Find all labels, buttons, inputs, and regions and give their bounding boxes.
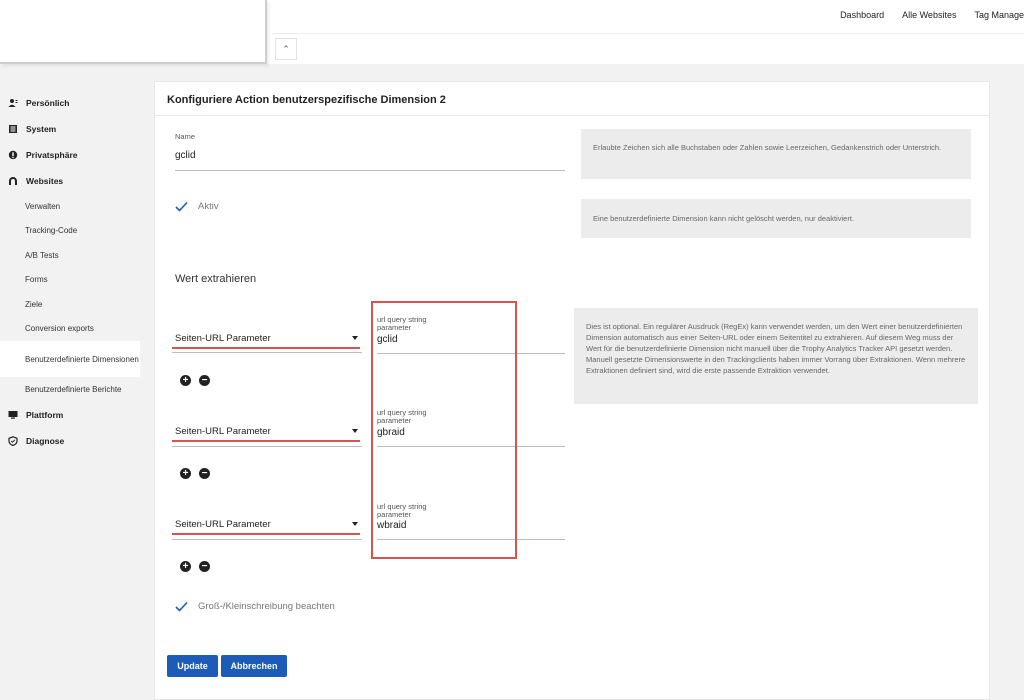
sidebar-section-websites[interactable]: Websites (0, 168, 150, 194)
cancel-button[interactable]: Abbrechen (221, 655, 287, 677)
add-remove-controls-1: + − (180, 375, 210, 386)
select-underline (172, 446, 362, 447)
sidebar: Persönlich System Privatsphäre Websites … (0, 90, 150, 454)
globe-icon (8, 176, 18, 186)
sidebar-section-system[interactable]: System (0, 116, 150, 142)
grid-icon (8, 124, 18, 134)
sidebar-section-label: System (26, 124, 57, 134)
logo-area (0, 0, 267, 64)
active-checkbox[interactable]: Aktiv (175, 201, 219, 212)
sidebar-item-manage[interactable]: Verwalten (0, 194, 150, 219)
active-help: Eine benutzerdefinierte Dimension kann n… (581, 199, 971, 238)
select-value: Seiten-URL Parameter (175, 426, 271, 437)
collapse-icon[interactable]: ⌃ (275, 38, 297, 60)
sidebar-section-privacy[interactable]: Privatsphäre (0, 142, 150, 168)
name-field[interactable]: gclid (175, 150, 196, 161)
sidebar-section-personal[interactable]: Persönlich (0, 90, 150, 116)
sidebar-item-custom-reports[interactable]: Benutzerdefinierte Berichte (0, 377, 150, 402)
highlight-underline (172, 440, 360, 442)
nav-dashboard[interactable]: Dashboard (840, 10, 884, 24)
monitor-icon (8, 410, 18, 420)
minus-icon[interactable]: − (199, 375, 210, 386)
plus-icon[interactable]: + (180, 468, 191, 479)
add-remove-controls-2: + − (180, 468, 210, 479)
sidebar-section-label: Diagnose (26, 435, 65, 446)
dimension-config-card: Konfiguriere Action benutzerspezifische … (154, 81, 990, 700)
minus-icon[interactable]: − (199, 561, 210, 572)
extraction-type-select-1[interactable]: Seiten-URL Parameter (175, 333, 361, 347)
privacy-icon (8, 150, 18, 160)
sidebar-section-label: Privatsphäre (26, 150, 78, 160)
title-divider (155, 115, 989, 116)
top-header: Dashboard Alle Websites Tag Manage ⌃ (0, 0, 1024, 64)
extract-heading: Wert extrahieren (175, 273, 257, 285)
update-button[interactable]: Update (167, 655, 218, 677)
select-value: Seiten-URL Parameter (175, 519, 271, 530)
plus-icon[interactable]: + (180, 375, 191, 386)
minus-icon[interactable]: − (199, 468, 210, 479)
sidebar-section-platform[interactable]: Plattform (0, 402, 150, 428)
check-icon (175, 201, 188, 212)
plus-icon[interactable]: + (180, 561, 191, 572)
sidebar-item-conversion-exports[interactable]: Conversion exports (0, 317, 150, 342)
header-divider (272, 33, 1024, 34)
name-underline (175, 170, 565, 171)
case-sensitive-label: Groß-/Kleinschreibung beachten (198, 601, 335, 612)
sidebar-section-label: Plattform (26, 409, 64, 420)
person-icon (8, 98, 18, 108)
top-nav: Dashboard Alle Websites Tag Manage (840, 10, 1024, 24)
case-sensitive-checkbox[interactable]: Groß-/Kleinschreibung beachten (175, 601, 335, 612)
highlight-underline (172, 347, 360, 349)
name-help: Erlaubte Zeichen sich alle Buchstaben od… (581, 129, 971, 179)
sidebar-item-tracking-code[interactable]: Tracking-Code (0, 219, 150, 244)
extraction-type-select-3[interactable]: Seiten-URL Parameter (175, 519, 361, 533)
sidebar-item-ab-tests[interactable]: A/B Tests (0, 243, 150, 268)
highlight-underline (172, 533, 360, 535)
nav-tag-manager[interactable]: Tag Manage (974, 10, 1024, 24)
select-underline (172, 539, 362, 540)
sidebar-item-goals[interactable]: Ziele (0, 292, 150, 317)
active-label: Aktiv (198, 201, 219, 212)
nav-all-websites[interactable]: Alle Websites (902, 10, 956, 24)
shield-icon (8, 435, 18, 446)
caret-down-icon (352, 429, 358, 433)
extract-help: Dies ist optional. Ein regulärer Ausdruc… (574, 308, 978, 404)
sidebar-item-forms[interactable]: Forms (0, 268, 150, 293)
sidebar-section-diagnostics[interactable]: Diagnose (0, 428, 150, 454)
caret-down-icon (352, 336, 358, 340)
name-label: Name (175, 132, 196, 141)
sidebar-item-custom-dimensions[interactable]: Benutzerdefinierte Dimensionen (0, 341, 140, 377)
add-remove-controls-3: + − (180, 561, 210, 572)
sidebar-section-label: Websites (26, 176, 64, 186)
check-icon (175, 601, 188, 612)
extraction-type-select-2[interactable]: Seiten-URL Parameter (175, 426, 361, 440)
select-value: Seiten-URL Parameter (175, 333, 271, 344)
caret-down-icon (352, 522, 358, 526)
page-title: Konfiguriere Action benutzerspezifische … (167, 94, 446, 106)
select-underline (172, 352, 362, 353)
highlight-box (371, 301, 517, 559)
sidebar-section-label: Persönlich (26, 98, 70, 108)
